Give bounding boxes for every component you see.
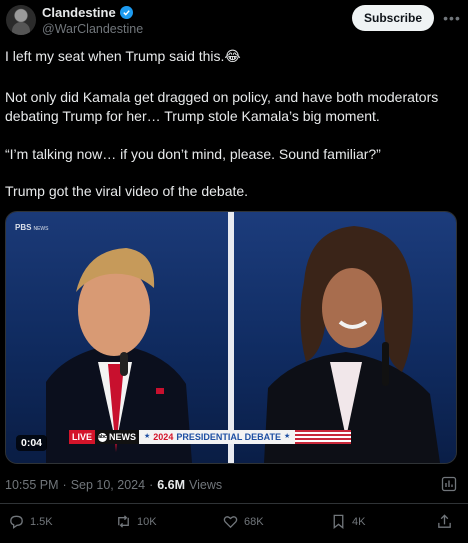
author-name-row: Clandestine	[42, 5, 133, 20]
reply-icon	[10, 515, 23, 529]
woman-silhouette	[264, 226, 440, 463]
like-button[interactable]: 68K	[222, 513, 264, 530]
man-silhouette	[46, 248, 192, 463]
views-count: 6.6M	[157, 478, 186, 492]
network-badge: abc NEWS	[95, 430, 140, 444]
action-bar: 1.5K 10K 68K 4K	[0, 510, 468, 536]
bookmark-count: 4K	[352, 515, 366, 528]
bookmark-button[interactable]: 4K	[330, 513, 365, 530]
analytics-icon[interactable]	[441, 476, 457, 492]
debate-banner: ★ 2024 PRESIDENTIAL DEBATE ★	[139, 430, 296, 444]
post-header: Clandestine @WarClandestine Subscribe ••…	[0, 0, 468, 44]
video-duration: 0:04	[16, 435, 48, 451]
share-button[interactable]	[436, 513, 453, 530]
post-meta: 10:55 PM · Sep 10, 2024 · 6.6M Views	[5, 478, 223, 492]
author-handle[interactable]: @WarClandestine	[42, 22, 143, 36]
post-paragraph-1: I left my seat when Trump said this.😂	[5, 48, 241, 64]
video-player[interactable]: PBS NEWS 0:04 LIVE abc NEWS ★ 2024 PRESIDENT…	[5, 211, 457, 464]
share-icon	[438, 514, 451, 528]
pbs-watermark: PBS NEWS	[15, 223, 49, 232]
heart-icon	[223, 516, 238, 529]
video-right-pane	[234, 212, 456, 463]
repost-icon	[118, 515, 129, 528]
reply-button[interactable]: 1.5K	[8, 513, 53, 530]
divider-line	[0, 503, 468, 504]
reply-count: 1.5K	[30, 515, 53, 528]
live-badge: LIVE	[69, 430, 96, 444]
verified-badge-icon	[119, 6, 133, 19]
more-dots-icon[interactable]: •••	[442, 10, 462, 26]
post-time[interactable]: 10:55 PM	[5, 478, 59, 492]
video-left-pane: PBS NEWS	[6, 212, 228, 463]
views-label: Views	[189, 478, 223, 492]
repost-button[interactable]: 10K	[115, 513, 157, 530]
author-display-name[interactable]: Clandestine	[42, 5, 116, 20]
bookmark-icon	[333, 514, 344, 529]
repost-count: 10K	[137, 515, 157, 528]
subscribe-button[interactable]: Subscribe	[352, 5, 434, 31]
flag-stripes	[295, 430, 352, 444]
post-date[interactable]: Sep 10, 2024	[71, 478, 145, 492]
post-paragraph-2: Not only did Kamala get dragged on polic…	[5, 89, 439, 124]
network-logo-icon: abc	[98, 432, 108, 442]
post-paragraph-4: Trump got the viral video of the debate.	[5, 183, 249, 199]
profile-avatar[interactable]	[6, 5, 36, 35]
like-count: 68K	[244, 515, 264, 528]
post-paragraph-3: “I’m talking now… if you don’t mind, ple…	[5, 146, 381, 162]
news-chyron: LIVE abc NEWS ★ 2024 PRESIDENTIAL DEBATE ★	[69, 430, 352, 444]
